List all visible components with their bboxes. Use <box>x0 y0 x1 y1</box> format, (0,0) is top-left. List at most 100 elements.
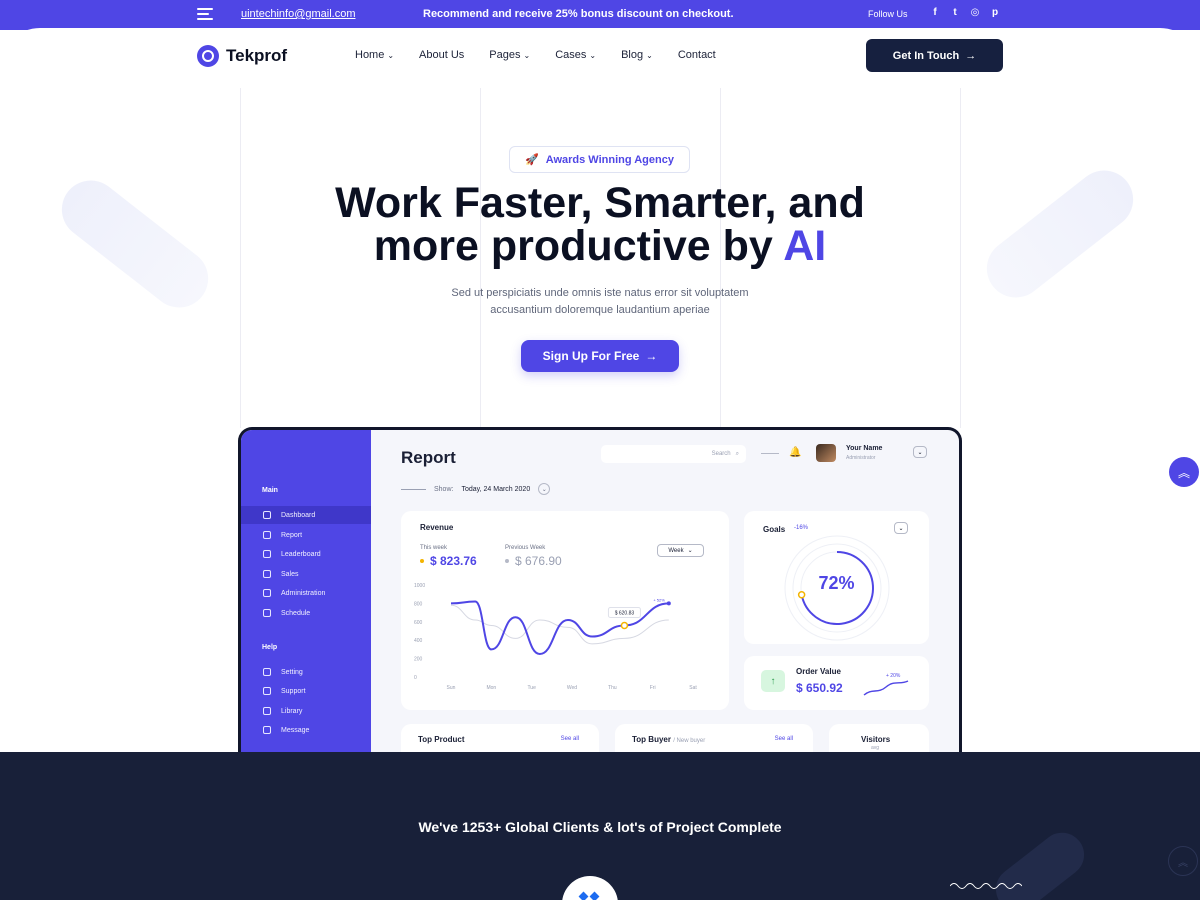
chevron-down-icon: ⌄ <box>646 50 653 60</box>
social-links: f t ◎ p <box>930 7 1000 18</box>
sidebar-section-main: Main <box>262 487 278 494</box>
revenue-line-chart: 1000 800 600 400 200 0 Sun Mon Tue Wed Thu Fri Sat $ … <box>414 583 697 691</box>
site-header: Tekprof Home ⌄ About Us Pages ⌄ Cases ⌄ Blo… <box>0 28 1200 88</box>
users-icon <box>263 687 271 695</box>
sidebar-item-report[interactable]: Report <box>241 526 371 544</box>
get-in-touch-button[interactable]: Get In Touch → <box>866 39 1003 72</box>
clipboard-icon <box>263 550 271 558</box>
facebook-icon[interactable]: f <box>930 7 940 18</box>
arrow-right-icon: → <box>965 49 977 62</box>
sidebar-item-dashboard[interactable]: Dashboard <box>241 506 371 524</box>
rocket-icon: 🚀 <box>525 154 539 166</box>
revenue-card: Revenue This week $ 823.76 Previous Week… <box>401 511 729 710</box>
x-tick-label: Sat <box>689 685 697 691</box>
divider <box>761 453 779 454</box>
awards-badge: 🚀 Awards Winning Agency <box>509 146 690 173</box>
avatar[interactable] <box>816 444 836 462</box>
report-title: Report <box>401 448 456 467</box>
see-all-link[interactable]: See all <box>775 736 793 742</box>
series-end-point <box>666 601 671 606</box>
nav-home[interactable]: Home ⌄ <box>355 49 394 61</box>
scroll-to-top-button[interactable]: ︽ <box>1168 846 1198 876</box>
x-tick-label: Tue <box>527 685 536 691</box>
message-icon <box>263 726 271 734</box>
nav-pages[interactable]: Pages ⌄ <box>489 49 530 61</box>
tooltip-label: $ 620.83 <box>615 610 635 616</box>
nav-cases[interactable]: Cases ⌄ <box>555 49 596 61</box>
sidebar-item-sales[interactable]: Sales <box>241 565 371 583</box>
sidebar-item-schedule[interactable]: Schedule <box>241 604 371 622</box>
follow-label: Follow Us <box>868 9 908 19</box>
activity-icon <box>263 531 271 539</box>
x-tick-label: Mon <box>486 685 496 691</box>
nav-about[interactable]: About Us <box>419 49 464 61</box>
grid-line <box>960 88 961 428</box>
y-tick-label: 800 <box>414 601 423 607</box>
brand-name: Tekprof <box>226 46 288 65</box>
contact-email-link[interactable]: uintechinfo@gmail.com <box>241 8 356 20</box>
x-tick-label: Wed <box>567 685 577 691</box>
prev-week-dot <box>505 559 509 563</box>
double-chevron-up-icon: ︽ <box>1177 465 1190 480</box>
this-week-dot <box>420 559 424 563</box>
this-week-value: $ 823.76 <box>430 554 477 568</box>
decorative-shape <box>975 158 1145 310</box>
pinterest-icon[interactable]: p <box>990 7 1000 18</box>
sidebar-item-support[interactable]: Support <box>241 682 371 700</box>
sidebar-section-help: Help <box>262 644 278 651</box>
instagram-icon[interactable]: ◎ <box>970 7 980 18</box>
goals-delta: -16% <box>794 525 809 531</box>
sidebar-item-library[interactable]: Library <box>241 702 371 720</box>
arrow-up-icon: ↑ <box>761 670 785 692</box>
chevron-down-icon: ⌄ <box>589 50 597 60</box>
dashboard-mockup: Main Dashboard Report Leaderboard Sales … <box>238 427 962 757</box>
dashboard-main: Report Show: Today, 24 March 2020 ⌄ Sear… <box>371 430 959 757</box>
revenue-title: Revenue <box>420 523 454 532</box>
nav-contact[interactable]: Contact <box>678 49 716 61</box>
scroll-to-top-button[interactable]: ︽ <box>1169 457 1199 487</box>
nav-blog[interactable]: Blog ⌄ <box>621 49 653 61</box>
wave-decoration <box>950 883 1022 889</box>
goals-percent: 72% <box>818 573 855 593</box>
sidebar-item-message[interactable]: Message <box>241 721 371 739</box>
sidebar-item-setting[interactable]: Setting <box>241 663 371 681</box>
prev-week-value: $ 676.90 <box>515 554 562 568</box>
decorative-shape <box>50 168 220 320</box>
period-select[interactable]: Week ⌄ <box>657 544 704 557</box>
prev-week-label: Previous Week <box>505 545 546 551</box>
chevron-down-icon: ⌄ <box>523 50 531 60</box>
promo-text: Recommend and receive 25% bonus discount… <box>423 8 734 20</box>
dashboard-search[interactable]: Search ⌕ <box>601 445 746 463</box>
sign-up-button[interactable]: Sign Up For Free → <box>521 340 679 372</box>
arrow-right-icon: → <box>645 349 658 363</box>
dropbox-icon <box>578 891 600 900</box>
clients-headline: We've 1253+ Global Clients & lot's of Pr… <box>418 819 782 835</box>
order-value-card: ↑ Order Value $ 650.92 + 20% <box>744 656 929 710</box>
goals-card: Goals -16% ⌄ 72% <box>744 511 929 644</box>
search-icon: ⌕ <box>735 450 739 457</box>
y-tick-label: 200 <box>414 657 423 663</box>
chevron-down-icon: ⌄ <box>538 483 551 495</box>
grid-line <box>240 88 241 428</box>
see-all-link[interactable]: See all <box>561 736 579 742</box>
folder-icon <box>263 707 271 715</box>
chevron-down-icon: ⌄ <box>687 548 693 554</box>
user-icon <box>263 589 271 597</box>
hero-headline: Work Faster, Smarter, and more productiv… <box>335 179 865 270</box>
y-tick-label: 0 <box>414 675 417 681</box>
brand-logo[interactable]: Tekprof <box>197 45 287 67</box>
user-menu-chevron-icon[interactable]: ⌄ <box>913 446 927 458</box>
database-icon <box>263 570 271 578</box>
sidebar-item-administration[interactable]: Administration <box>241 584 371 602</box>
hamburger-menu-icon[interactable] <box>197 8 213 20</box>
y-tick-label: 400 <box>414 638 423 644</box>
x-tick-label: Thu <box>608 685 617 691</box>
y-tick-label: 600 <box>414 620 423 626</box>
date-filter[interactable]: Show: Today, 24 March 2020 ⌄ <box>401 483 551 495</box>
grid-icon <box>263 511 271 519</box>
bell-icon[interactable]: 🔔 <box>789 447 801 458</box>
logo-mark-icon <box>197 45 219 67</box>
twitter-icon[interactable]: t <box>950 7 960 18</box>
sidebar-item-leaderboard[interactable]: Leaderboard <box>241 545 371 563</box>
user-role: Administrator <box>846 455 876 461</box>
